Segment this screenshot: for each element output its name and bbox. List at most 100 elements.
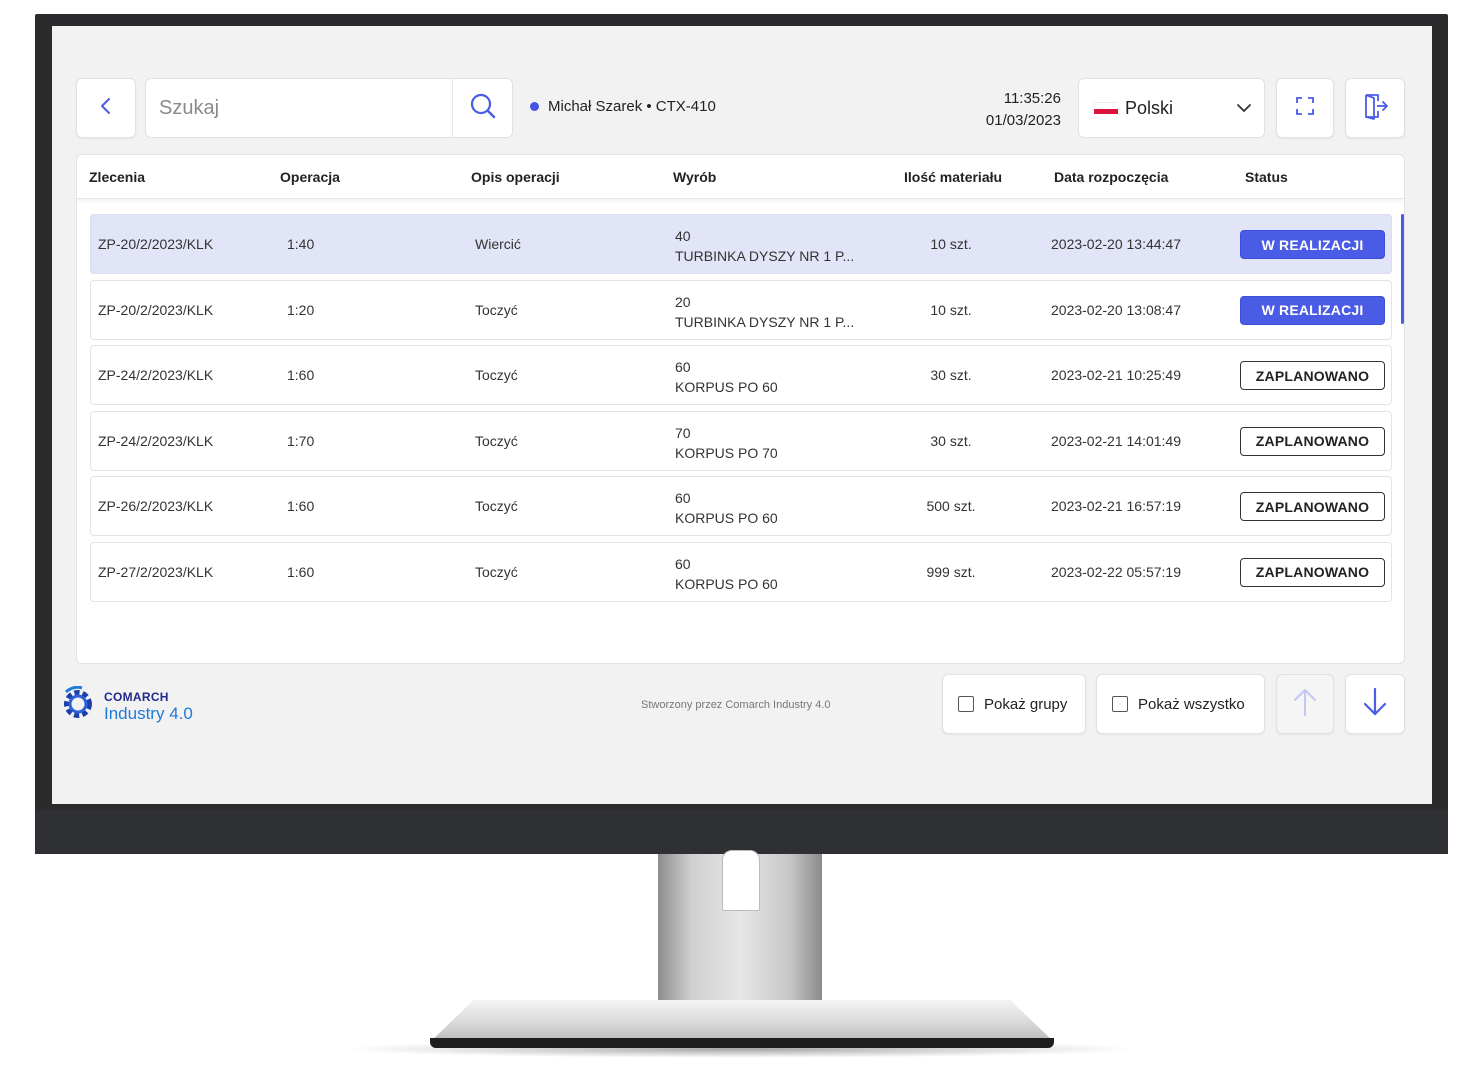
language-select[interactable]: Polski	[1078, 78, 1265, 138]
product-cell: 70 KORPUS PO 70	[675, 423, 778, 463]
order-cell: ZP-24/2/2023/KLK	[98, 432, 214, 449]
language-label: Polski	[1125, 97, 1174, 118]
credit-text: Stworzony przez Comarch Industry 4.0	[641, 699, 831, 711]
quantity-cell: 500 szt.	[926, 498, 976, 514]
product-name: KORPUS PO 60	[675, 575, 778, 592]
status-badge[interactable]: ZAPLANOWANO	[1240, 426, 1385, 456]
fullscreen-button[interactable]	[1276, 78, 1334, 138]
chevron-down-icon	[1224, 103, 1264, 113]
operation-cell: 1:60	[287, 367, 315, 383]
order-cell: ZP-20/2/2023/KLK	[98, 236, 214, 252]
column-header-quantity[interactable]: Ilość materiału	[904, 169, 1002, 185]
quantity-cell: 10 szt.	[930, 301, 972, 318]
start-date-cell: 2023-02-22 05:57:19	[1051, 563, 1181, 580]
scroll-down-button[interactable]	[1345, 674, 1405, 734]
order-cell: ZP-27/2/2023/KLK	[98, 563, 214, 580]
product-cell: 20 TURBINKA DYSZY NR 1 P...	[675, 292, 854, 332]
show-all-toggle[interactable]: Pokaż wszystko	[1096, 674, 1265, 734]
quantity-cell: 10 szt.	[930, 236, 972, 252]
status-dot-icon	[530, 102, 539, 111]
column-header-operation[interactable]: Operacja	[280, 169, 340, 185]
show-groups-checkbox[interactable]	[958, 696, 974, 712]
column-header-orders[interactable]: Zlecenia	[89, 169, 145, 185]
search-box	[145, 78, 513, 138]
clock-time: 11:35:26	[1003, 90, 1061, 107]
product-code: 60	[675, 359, 691, 375]
fullscreen-icon	[1295, 96, 1315, 121]
column-header-description[interactable]: Opis operacji	[471, 169, 560, 185]
start-date-cell: 2023-02-21 16:57:19	[1051, 498, 1181, 514]
order-cell: ZP-26/2/2023/KLK	[98, 498, 214, 514]
logo-subtitle: Industry 4.0	[104, 703, 193, 723]
status-badge[interactable]: W REALIZACJI	[1240, 295, 1385, 325]
product-code: 70	[675, 424, 691, 441]
back-button[interactable]	[76, 78, 136, 138]
arrow-down-icon	[1363, 687, 1387, 722]
scroll-up-button[interactable]	[1276, 674, 1334, 734]
arrow-up-icon	[1293, 687, 1317, 722]
comarch-logo: COMARCH Industry 4.0	[60, 685, 193, 727]
search-button[interactable]	[452, 79, 512, 137]
app-screen: Michał Szarek • CTX-410 11:35:26 01/03/2…	[52, 26, 1432, 804]
quantity-cell: 999 szt.	[926, 563, 976, 580]
monitor-stand-base	[430, 1000, 1054, 1042]
chevron-left-icon	[99, 96, 113, 121]
operation-cell: 1:20	[287, 301, 315, 318]
monitor-chin	[35, 810, 1448, 854]
product-name: KORPUS PO 60	[675, 510, 778, 526]
column-header-start-date[interactable]: Data rozpoczęcia	[1054, 169, 1168, 185]
description-cell: Wiercić	[475, 236, 521, 252]
product-code: 60	[675, 490, 691, 506]
start-date-cell: 2023-02-20 13:08:47	[1051, 301, 1181, 318]
table-row[interactable]: ZP-20/2/2023/KLK 1:40 Wiercić 40 TURBINK…	[90, 214, 1392, 274]
product-cell: 60 KORPUS PO 60	[675, 357, 778, 397]
start-date-cell: 2023-02-21 14:01:49	[1051, 432, 1181, 449]
table-row[interactable]: ZP-24/2/2023/KLK 1:70 Toczyć 70 KORPUS P…	[90, 410, 1392, 471]
order-cell: ZP-24/2/2023/KLK	[98, 367, 214, 383]
monitor-stand-base-edge	[430, 1038, 1054, 1048]
order-cell: ZP-20/2/2023/KLK	[98, 301, 214, 318]
product-code: 60	[675, 555, 691, 572]
show-all-label: Pokaż wszystko	[1138, 695, 1245, 713]
show-groups-toggle[interactable]: Pokaż grupy	[942, 674, 1086, 734]
table-scrollbar[interactable]	[1401, 214, 1404, 324]
product-cell: 60 KORPUS PO 60	[675, 488, 778, 528]
table-row[interactable]: ZP-24/2/2023/KLK 1:60 Toczyć 60 KORPUS P…	[90, 345, 1392, 405]
status-badge[interactable]: W REALIZACJI	[1240, 230, 1385, 259]
table-row[interactable]: ZP-20/2/2023/KLK 1:20 Toczyć 20 TURBINKA…	[90, 279, 1392, 340]
operation-cell: 1:70	[287, 432, 315, 449]
clock-date: 01/03/2023	[985, 112, 1061, 129]
description-cell: Toczyć	[475, 563, 518, 580]
column-header-product[interactable]: Wyrób	[673, 169, 716, 185]
product-cell: 40 TURBINKA DYSZY NR 1 P...	[675, 226, 854, 266]
show-all-checkbox[interactable]	[1112, 696, 1128, 712]
status-badge[interactable]: ZAPLANOWANO	[1240, 361, 1385, 390]
description-cell: Toczyć	[475, 432, 518, 449]
quantity-cell: 30 szt.	[930, 367, 972, 383]
table-row[interactable]: ZP-26/2/2023/KLK 1:60 Toczyć 60 KORPUS P…	[90, 476, 1392, 536]
product-code: 20	[675, 293, 691, 310]
logout-button[interactable]	[1345, 78, 1405, 138]
status-badge[interactable]: ZAPLANOWANO	[1240, 557, 1385, 587]
description-cell: Toczyć	[475, 301, 518, 318]
search-input[interactable]	[146, 79, 452, 137]
poland-flag-icon	[1094, 102, 1118, 114]
orders-table: Zlecenia Operacja Opis operacji Wyrób Il…	[76, 154, 1405, 664]
description-cell: Toczyć	[475, 367, 518, 383]
product-name: KORPUS PO 60	[675, 379, 778, 395]
gear-logo-icon	[60, 685, 96, 727]
description-cell: Toczyć	[475, 498, 518, 514]
show-groups-label: Pokaż grupy	[984, 695, 1068, 713]
column-header-status[interactable]: Status	[1245, 169, 1288, 185]
clock: 11:35:26 01/03/2023	[952, 88, 1061, 132]
search-icon	[469, 92, 497, 125]
monitor-stand-slot	[722, 850, 760, 911]
status-badge[interactable]: ZAPLANOWANO	[1240, 492, 1385, 521]
start-date-cell: 2023-02-20 13:44:47	[1051, 236, 1181, 252]
logo-title: COMARCH	[104, 689, 169, 704]
product-name: TURBINKA DYSZY NR 1 P...	[675, 248, 855, 264]
table-row[interactable]: ZP-27/2/2023/KLK 1:60 Toczyć 60 KORPUS P…	[90, 541, 1392, 602]
product-name: KORPUS PO 70	[675, 444, 778, 461]
user-info: Michał Szarek • CTX-410	[530, 98, 716, 115]
start-date-cell: 2023-02-21 10:25:49	[1051, 367, 1181, 383]
